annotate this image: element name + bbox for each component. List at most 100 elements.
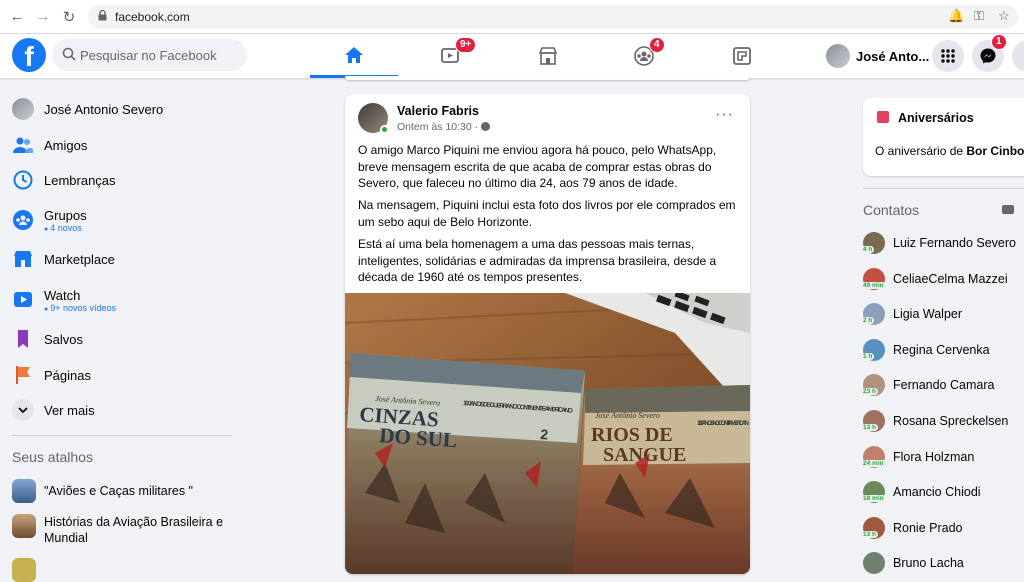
messenger-icon [980,48,996,64]
sidebar-item-pages[interactable]: Páginas [12,360,91,390]
shortcut-item[interactable]: "Aviões e Caças militares " [12,479,234,503]
avatar: 49 min [861,267,886,290]
reload-icon[interactable]: ↻ [60,8,78,26]
book2-title-line2: SANGUE [603,444,686,466]
contact-item[interactable]: 23 h Fernando Camara [861,372,995,398]
notifications-blocked-icon[interactable]: 🔔 [948,8,964,24]
contact-item[interactable]: 2 h Ligia Walper [861,301,962,327]
contact-item[interactable]: 24 min Flora Holzman [861,444,975,470]
facebook-header: f 9+ 4 José Anto... 1 ● [0,34,1024,78]
tab-marketplace[interactable] [504,34,592,78]
contact-item[interactable]: 18 min Amancio Chiodi [861,479,981,505]
avatar [826,44,850,68]
birthdays-card[interactable]: Aniversários O aniversário de Bor Cinbor [863,98,1024,176]
key-icon[interactable]: ⚿ [974,8,984,24]
sidebar-item-marketplace[interactable]: Marketplace [12,244,115,274]
sidebar-item-label: Salvos [44,331,84,347]
friends-icon [12,134,34,156]
contact-item[interactable]: 49 min CeliaeCelma Mazzei [861,266,1008,292]
avatar [12,98,34,120]
birthday-name[interactable]: Bor Cinbor [966,144,1024,158]
birthday-text: O aniversário de Bor Cinbor [875,144,1024,158]
address-bar[interactable]: facebook.com 🔔 ⚿ ☆ [88,5,1018,29]
contact-name: Rosana Spreckelsen [893,414,1009,428]
sidebar-item-label: Lembranças [44,172,116,188]
contact-item[interactable]: 13 h Rosana Spreckelsen [861,408,1009,434]
contact-item[interactable]: 4 h Luiz Fernando Severo [861,230,1016,256]
tab-watch[interactable]: 9+ [406,34,494,78]
post-author[interactable]: Valerio Fabris [397,104,479,118]
shortcut-item[interactable] [12,558,36,582]
marketplace-icon [538,47,558,65]
sidebar-item-saved[interactable]: Salvos [12,324,83,354]
book2-title-line1: RIOS DE [591,424,673,446]
contact-name: Bruno Lacha [893,556,964,571]
notifications-button[interactable]: ● [1012,40,1024,72]
sidebar-item-memories[interactable]: Lembranças [12,165,116,195]
grid-menu-icon [941,49,955,63]
contact-name: CeliaeCelma Mazzei [893,271,1008,286]
shortcut-thumbnail [12,479,36,503]
video-call-icon[interactable] [1002,205,1014,214]
avatar: 23 h [861,374,885,397]
browser-toolbar: ← → ↻ facebook.com 🔔 ⚿ ☆ [0,0,1024,34]
marketplace-icon [12,248,34,270]
sidebar-item-label: Páginas [44,367,91,383]
last-active-badge: 1 h [861,352,875,360]
avatar: 2 h [861,303,885,326]
watch-icon [12,289,34,311]
avatar: 13 h [861,410,885,432]
search-input[interactable] [80,39,240,71]
contact-name: Fernando Camara [893,378,995,393]
sidebar-item-see-more[interactable]: Ver mais [12,395,95,425]
watch-badge: 9+ [455,37,477,53]
forward-icon[interactable]: → [34,8,52,25]
post-paragraph: Está aí uma bela homenagem a uma das pes… [358,237,717,284]
sidebar-divider [12,435,232,436]
gaming-icon [733,47,751,65]
star-icon[interactable]: ☆ [998,8,1010,24]
birthdays-title: Aniversários [898,111,974,125]
contact-name: Luiz Fernando Severo [893,236,1016,250]
search-icon [62,47,76,61]
profile-chip[interactable]: José Anto... [820,40,929,72]
more-options-icon[interactable]: ··· [715,106,734,124]
last-active-badge: 24 min [861,459,886,467]
search-box[interactable] [52,39,247,71]
home-icon [345,46,363,63]
feed-post: Valerio Fabris Ontem às 10:30 · ··· O am… [345,94,750,574]
post-photo[interactable]: José Antônio Severo 100 ANOS DE GUERRA N… [345,290,750,574]
post-timestamp[interactable]: Ontem às 10:30 · [397,121,491,133]
tab-groups[interactable]: 4 [600,34,688,78]
sidebar-item-friends[interactable]: Amigos [12,130,87,160]
last-active-badge: 18 min [861,495,886,503]
sidebar-item-watch[interactable]: Watch ● 9+ novos vídeos [12,285,116,315]
book1-volume: 2 [540,426,549,443]
last-active-badge: 4 h [861,246,875,253]
books-photo: José Antônio Severo 100 ANOS DE GUERRA N… [345,290,750,574]
back-icon[interactable]: ← [8,8,26,25]
contact-item[interactable]: Bruno Lacha [863,550,964,576]
shortcut-item[interactable]: Histórias da Aviação Brasileira e Mundia… [12,514,234,546]
contact-name: Regina Cervenka [893,342,990,357]
chevron-down-icon [12,399,34,421]
book2-author: José Antônio Severo [595,411,660,420]
shortcut-label: Histórias da Aviação Brasileira e Mundia… [44,515,224,545]
tab-home[interactable] [310,34,398,78]
contact-item[interactable]: 1 h Regina Cervenka [861,337,990,363]
last-active-badge: 13 h [861,530,879,538]
sidebar-item-label: Marketplace [44,251,115,267]
last-active-badge: 49 min [861,281,886,289]
shortcuts-title: Seus atalhos [12,449,93,465]
book2-series: 100 ANOS NO CONTI AMERICAN [697,420,749,427]
contact-name: Flora Holzman [893,449,975,464]
sidebar-item-label: Ver mais [44,402,95,418]
facebook-logo-icon[interactable]: f [12,38,46,72]
contact-item[interactable]: 13 h Ronie Prado [861,515,963,541]
messenger-button[interactable]: 1 [972,34,1007,72]
sidebar-item-profile[interactable]: José Antonio Severo [12,94,163,124]
menu-button[interactable] [932,40,964,72]
online-indicator [380,125,389,134]
tab-gaming[interactable] [698,34,786,78]
sidebar-item-groups[interactable]: Grupos ● 4 novos [12,205,87,235]
